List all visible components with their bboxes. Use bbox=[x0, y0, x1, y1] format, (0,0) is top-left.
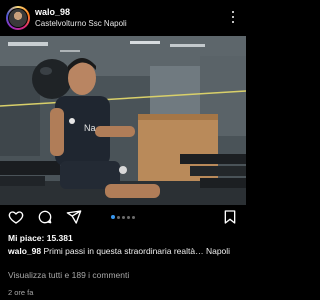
likes-count[interactable]: Mi piace: 15.381 bbox=[8, 233, 73, 243]
avatar-border bbox=[8, 8, 28, 28]
share-icon[interactable] bbox=[66, 209, 82, 225]
more-dot-icon bbox=[232, 21, 234, 23]
carousel-dot bbox=[127, 215, 130, 219]
post-actions bbox=[0, 205, 246, 229]
carousel-dot bbox=[122, 215, 125, 219]
post-timestamp: 2 ore fa bbox=[8, 288, 34, 297]
carousel-dot bbox=[132, 215, 135, 219]
carousel-dot bbox=[117, 215, 120, 219]
post-photo-image: Na bbox=[0, 36, 246, 205]
view-comments-link[interactable]: Visualizza tutti e 189 i commenti bbox=[8, 270, 129, 280]
avatar-image bbox=[9, 9, 27, 27]
caption: walo_98 Primi passi in questa straordina… bbox=[8, 246, 242, 256]
post-photo[interactable]: Na bbox=[0, 36, 246, 205]
username[interactable]: walo_98 bbox=[35, 7, 70, 17]
location-link[interactable]: Castelvolturno Ssc Napoli bbox=[35, 19, 127, 28]
avatar[interactable] bbox=[6, 6, 30, 30]
more-dot-icon bbox=[232, 11, 234, 13]
carousel-dot bbox=[111, 215, 115, 219]
more-options-button[interactable] bbox=[225, 9, 241, 25]
more-dot-icon bbox=[232, 16, 234, 18]
heart-icon[interactable] bbox=[8, 209, 24, 225]
post-header: walo_98 Castelvolturno Ssc Napoli bbox=[0, 0, 246, 36]
carousel-indicator bbox=[111, 215, 135, 219]
caption-username[interactable]: walo_98 bbox=[8, 246, 41, 256]
bookmark-icon[interactable] bbox=[222, 209, 238, 225]
comment-icon[interactable] bbox=[37, 209, 53, 225]
caption-text: Primi passi in questa straordinaria real… bbox=[43, 246, 231, 256]
jersey-text: Na bbox=[84, 123, 96, 133]
